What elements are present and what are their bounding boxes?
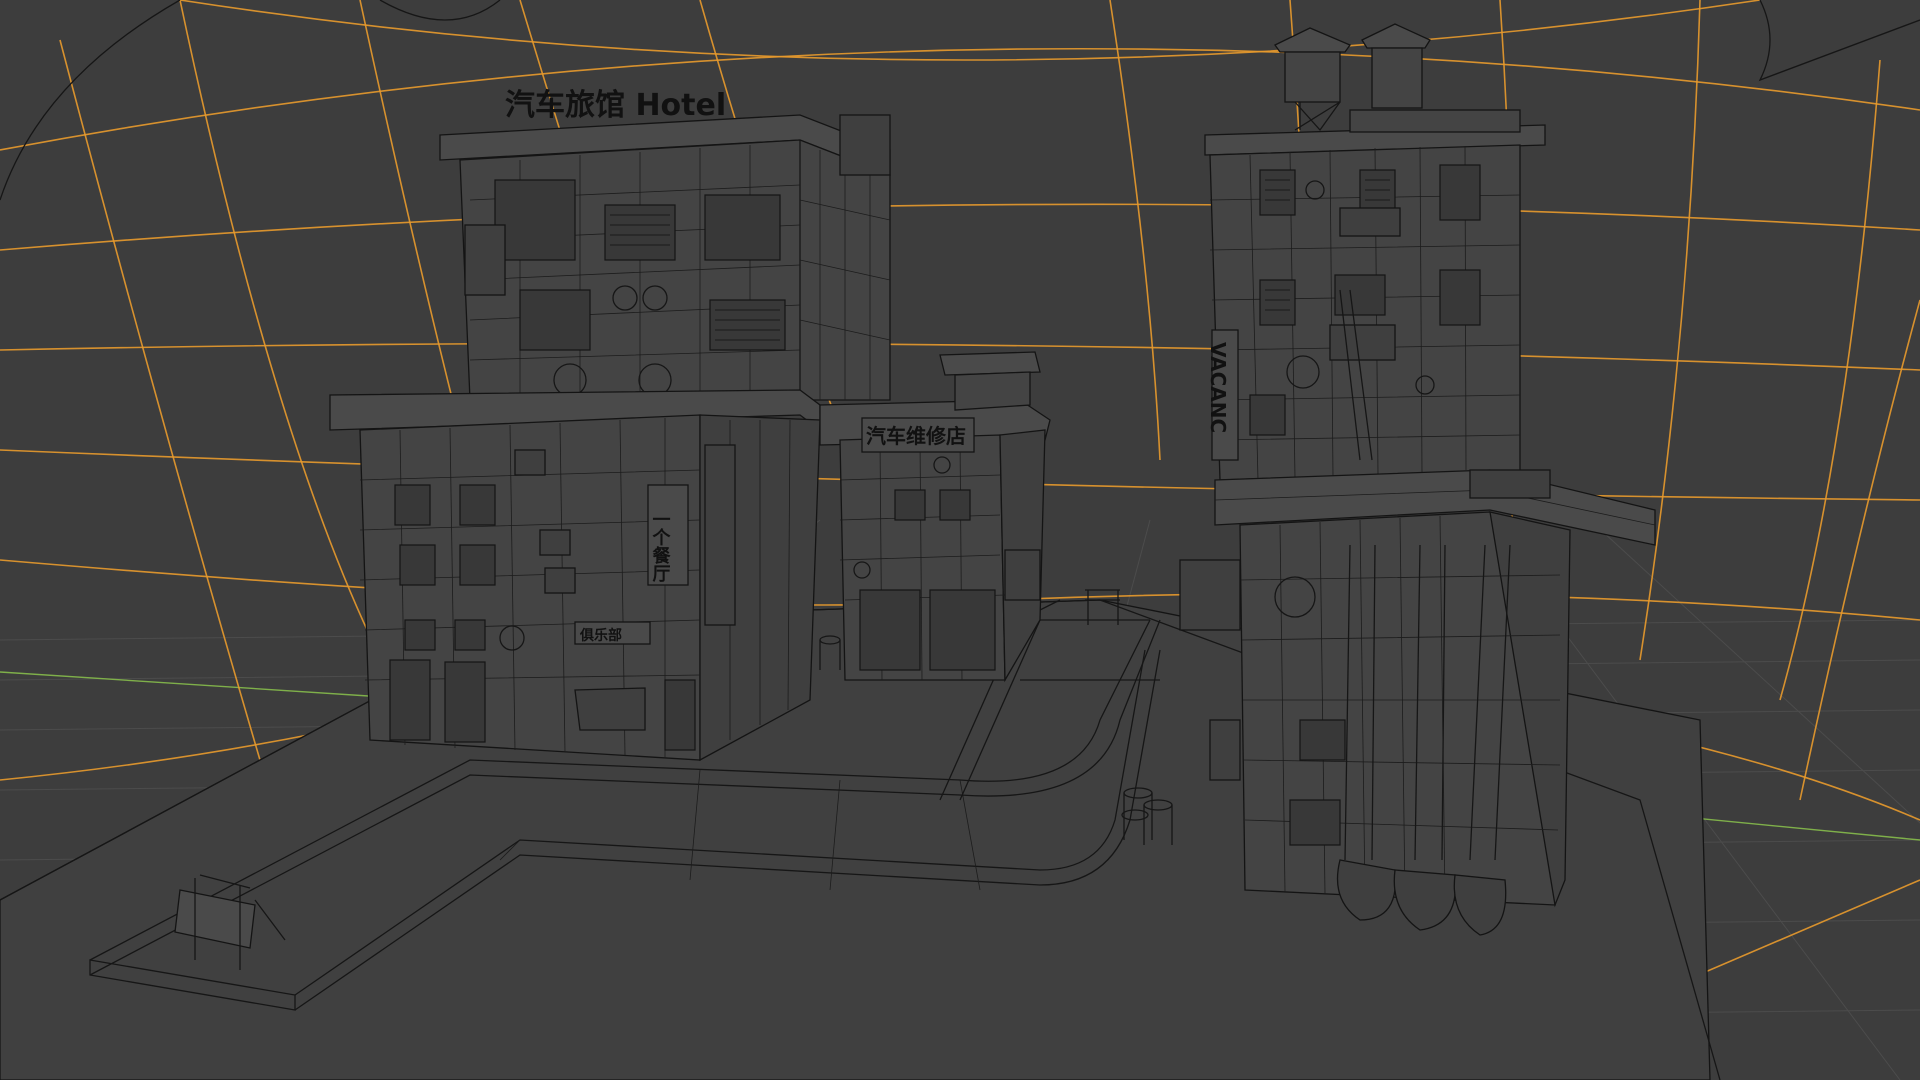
hotel-building: 汽车旅馆 Hotel <box>439 88 891 401</box>
repair-shop-sign: 汽车维修店 <box>866 424 966 448</box>
repair-shop-building: 汽车维修店 <box>819 351 1051 683</box>
vacancy-sign: VACANC <box>1206 342 1230 433</box>
wireframe-scene: 汽车旅馆 Hotel 一个餐厅 俱乐部 汽车维修店 VACANC <box>0 0 1920 1080</box>
3d-viewport[interactable]: 汽车旅馆 Hotel 一个餐厅 俱乐部 汽车维修店 VACANC <box>0 0 1920 1080</box>
restaurant-building: 一个餐厅 俱乐部 <box>329 389 821 762</box>
club-sign: 俱乐部 <box>579 627 622 644</box>
hotel-sign: 汽车旅馆 Hotel <box>505 88 726 123</box>
restaurant-sign: 一个餐厅 <box>650 510 672 582</box>
